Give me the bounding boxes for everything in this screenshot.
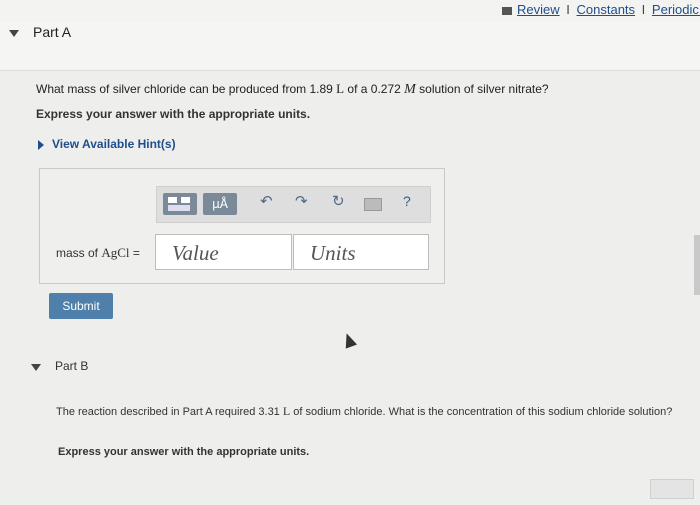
link-separator: I bbox=[641, 2, 646, 17]
part-a-header[interactable] bbox=[0, 22, 700, 71]
view-hints-link[interactable]: View Available Hint(s) bbox=[38, 137, 176, 151]
top-links: Review I Constants I Periodic Ta bbox=[502, 2, 700, 17]
answer-label: mass of AgCl = bbox=[56, 245, 140, 261]
answer-label-post: = bbox=[129, 246, 140, 260]
template-grid-icon bbox=[181, 197, 190, 203]
template-grid-icon bbox=[168, 197, 177, 203]
part-b-express-instruction: Express your answer with the appropriate… bbox=[58, 446, 310, 458]
question-post: solution of silver nitrate? bbox=[415, 82, 549, 96]
question-mid: of a 0.272 bbox=[344, 82, 405, 96]
unit-liters: L bbox=[336, 81, 345, 96]
expand-arrow-icon bbox=[38, 139, 44, 150]
top-bar: Review I Constants I Periodic Ta bbox=[0, 0, 700, 22]
corner-widget[interactable] bbox=[650, 479, 694, 499]
collapse-triangle-icon[interactable] bbox=[31, 364, 41, 371]
undo-icon[interactable]: ↶ bbox=[260, 192, 273, 210]
units-symbol-button[interactable]: μÅ bbox=[203, 193, 237, 215]
part-b-post: of sodium chloride. What is the concentr… bbox=[290, 406, 673, 418]
units-input[interactable]: Units bbox=[293, 234, 429, 270]
express-instruction: Express your answer with the appropriate… bbox=[36, 107, 311, 121]
question-pre: What mass of silver chloride can be prod… bbox=[36, 82, 337, 96]
template-grid-icon bbox=[168, 205, 190, 211]
help-button[interactable]: ? bbox=[403, 193, 411, 209]
question-text: What mass of silver chloride can be prod… bbox=[36, 81, 549, 98]
mouse-cursor-icon bbox=[340, 331, 358, 349]
unit-molarity: M bbox=[404, 82, 416, 97]
review-icon bbox=[502, 6, 512, 15]
part-a-label: Part A bbox=[33, 24, 72, 40]
part-b-question: The reaction described in Part A require… bbox=[56, 404, 676, 419]
reset-icon[interactable]: ↻ bbox=[332, 192, 345, 210]
answer-formula: AgCl bbox=[101, 245, 130, 260]
units-placeholder: Units bbox=[310, 241, 356, 265]
math-toolbar: μÅ ↶ ↷ ↻ ? bbox=[156, 186, 431, 223]
answer-label-pre: mass of bbox=[56, 246, 102, 260]
value-placeholder: Value bbox=[172, 241, 219, 265]
part-b-pre: The reaction described in Part A require… bbox=[56, 406, 283, 418]
scrollbar[interactable] bbox=[694, 235, 700, 295]
value-input[interactable]: Value bbox=[155, 234, 292, 270]
link-separator: I bbox=[566, 2, 570, 17]
collapse-triangle-icon[interactable] bbox=[9, 30, 19, 37]
periodic-table-link[interactable]: Periodic Ta bbox=[652, 2, 700, 17]
constants-link[interactable]: Constants bbox=[577, 2, 636, 17]
templates-button[interactable] bbox=[163, 193, 197, 215]
submit-button[interactable]: Submit bbox=[49, 293, 113, 319]
keyboard-icon[interactable] bbox=[364, 198, 382, 211]
review-link[interactable]: Review bbox=[517, 2, 560, 17]
redo-icon[interactable]: ↷ bbox=[295, 192, 308, 210]
hint-label: View Available Hint(s) bbox=[52, 137, 176, 151]
part-b-label: Part B bbox=[55, 359, 89, 373]
